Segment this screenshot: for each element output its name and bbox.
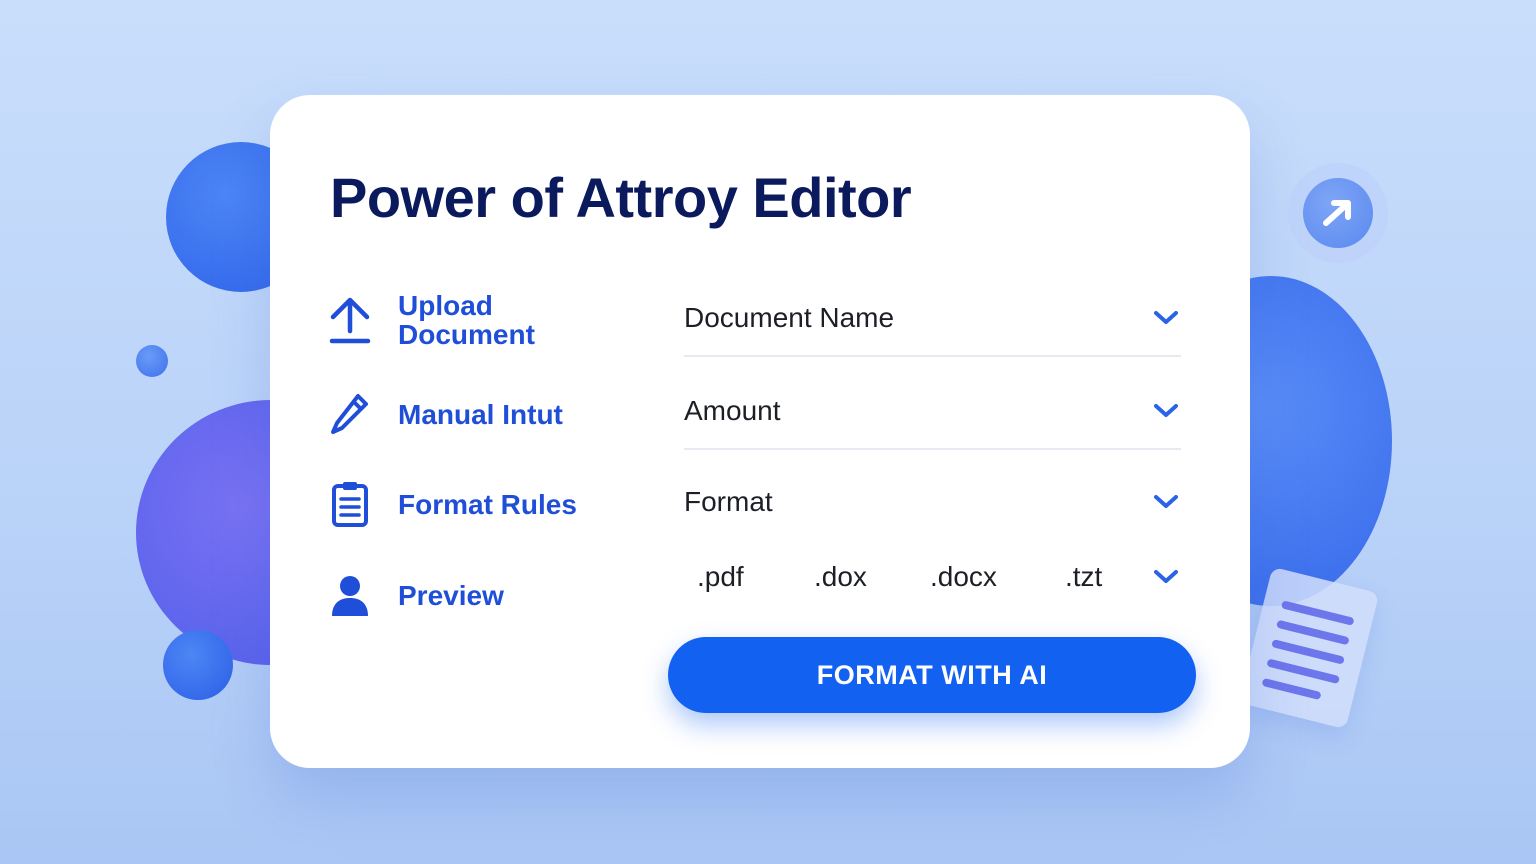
upload-document-action[interactable]: Upload Document	[328, 291, 535, 349]
document-name-select[interactable]: Document Name	[684, 281, 1181, 357]
pencil-icon	[328, 388, 372, 440]
amount-value: Amount	[684, 395, 781, 426]
amount-select[interactable]: Amount	[684, 374, 1181, 450]
format-rules-label: Format Rules	[398, 488, 577, 520]
format-option-docx[interactable]: .docx	[930, 561, 997, 593]
format-rules-action[interactable]: Format Rules	[328, 478, 577, 530]
decorative-circle-small	[163, 630, 233, 700]
user-icon	[328, 569, 372, 621]
format-option-pdf[interactable]: .pdf	[697, 561, 744, 593]
decorative-dot	[136, 345, 168, 377]
upload-label-line2: Document	[398, 319, 535, 350]
format-with-ai-button[interactable]: FORMAT WITH AI	[668, 637, 1196, 713]
manual-input-action[interactable]: Manual Intut	[328, 388, 563, 440]
upload-document-label: Upload Document	[398, 291, 535, 349]
upload-icon	[328, 294, 372, 346]
chevron-down-icon[interactable]	[1151, 303, 1181, 333]
format-option-tzt[interactable]: .tzt	[1065, 561, 1102, 593]
page-title: Power of Attroy Editor	[330, 166, 912, 229]
clipboard-icon	[328, 478, 372, 530]
format-option-dox[interactable]: .dox	[814, 561, 867, 593]
document-name-value: Document Name	[684, 302, 895, 333]
chevron-down-icon[interactable]	[1151, 487, 1181, 517]
format-value: Format	[684, 486, 773, 517]
share-arrow-icon	[1323, 200, 1351, 226]
chevron-down-icon[interactable]	[1151, 562, 1181, 592]
preview-action[interactable]: Preview	[328, 569, 504, 621]
share-bubble	[1288, 163, 1388, 263]
chevron-down-icon[interactable]	[1151, 396, 1181, 426]
format-select[interactable]: Format	[684, 465, 1181, 539]
format-options: .pdf .dox .docx .tzt	[684, 554, 1181, 600]
upload-label-line1: Upload	[398, 290, 493, 321]
editor-card: Power of Attroy Editor Upload Document M…	[270, 95, 1250, 768]
manual-input-label: Manual Intut	[398, 398, 563, 430]
preview-label: Preview	[398, 579, 504, 611]
